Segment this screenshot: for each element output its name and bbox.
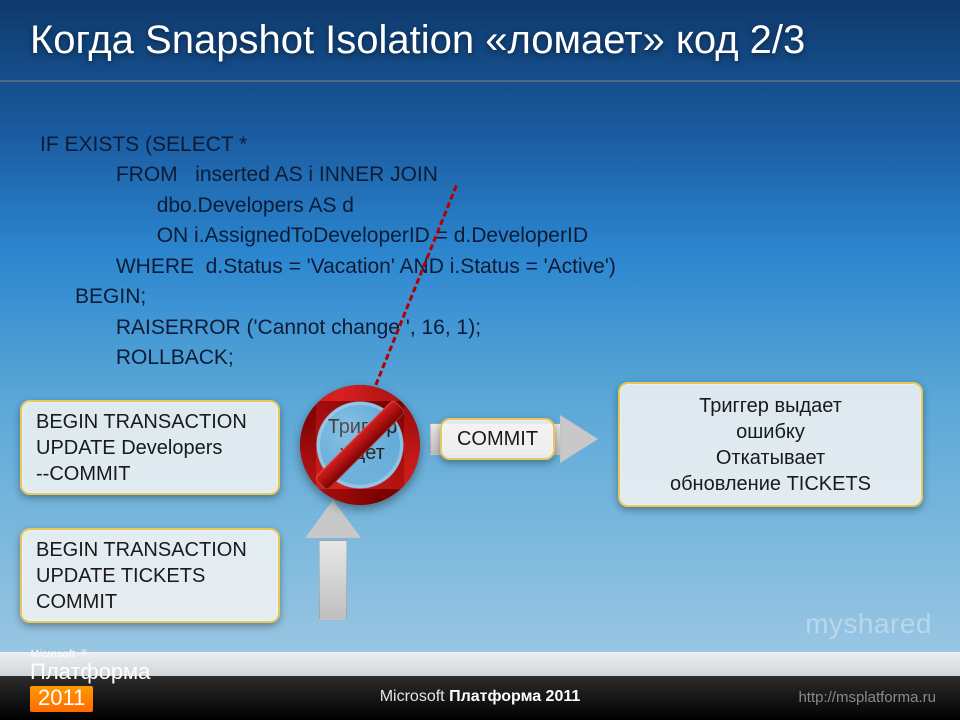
slide-title: Когда Snapshot Isolation «ломает» код 2/… <box>30 18 805 63</box>
arrow-up <box>305 500 361 620</box>
title-divider <box>0 80 960 82</box>
footer-center-prefix: Microsoft <box>380 688 449 705</box>
footer-center-bold: Платформа 2011 <box>449 688 580 705</box>
watermark-text: myshared <box>805 608 932 640</box>
prohibit-icon <box>300 385 420 505</box>
sql-code-block: IF EXISTS (SELECT * FROM inserted AS i I… <box>40 130 616 374</box>
box-update-developers: BEGIN TRANSACTION UPDATE Developers --CO… <box>20 400 280 495</box>
footer-url: http://msplatforma.ru <box>798 689 936 706</box>
footer: Microsoft ® Платформа 2011 Microsoft Пла… <box>0 650 960 720</box>
box-update-tickets: BEGIN TRANSACTION UPDATE TICKETS COMMIT <box>20 528 280 623</box>
box-result: Триггер выдает ошибку Откатывает обновле… <box>618 382 923 507</box>
box-commit: COMMIT <box>440 418 555 460</box>
brand-registered-icon: ® <box>81 649 87 658</box>
brand-name: Платформа <box>30 659 150 684</box>
